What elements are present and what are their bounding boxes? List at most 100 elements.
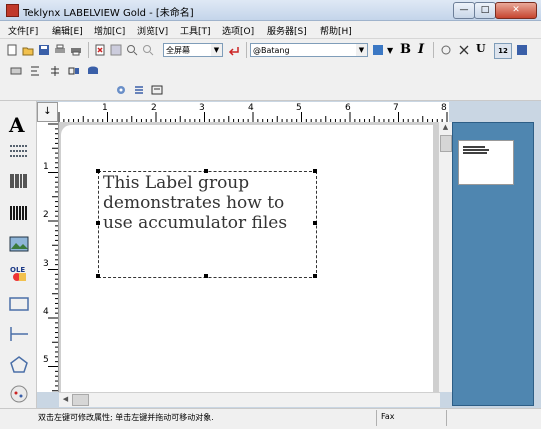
menu-file[interactable]: 文件[F] <box>8 24 38 37</box>
label-preview-thumbnail[interactable] <box>458 140 514 185</box>
main-toolbar: 全屏幕 ▼ @Batang ▼ ▼ B I U 12 <box>0 39 541 62</box>
help-icon[interactable] <box>516 44 528 56</box>
polygon-tool-icon[interactable] <box>9 355 29 373</box>
ruler-number: 5 <box>43 355 49 365</box>
resize-handle-w[interactable] <box>96 221 100 225</box>
menu-tools[interactable]: 工具[T] <box>180 24 211 37</box>
menu-help[interactable]: 帮助[H] <box>320 24 352 37</box>
group-icon[interactable] <box>68 65 80 77</box>
paragraph-tool-icon[interactable] <box>8 143 30 159</box>
resize-handle-ne[interactable] <box>313 169 317 173</box>
ruler-number: 3 <box>199 103 205 113</box>
status-divider <box>446 410 447 426</box>
align-icon[interactable] <box>29 65 41 77</box>
ruler-number: 8 <box>441 103 447 113</box>
open-folder-icon[interactable] <box>22 44 34 56</box>
status-printer: Fax <box>381 412 395 421</box>
zoom-out-icon[interactable] <box>142 44 154 56</box>
menu-view[interactable]: 浏览[V] <box>137 24 168 37</box>
label-settings-icon[interactable] <box>10 65 22 77</box>
close-button[interactable]: ✕ <box>495 2 537 19</box>
distribute-icon[interactable] <box>49 65 61 77</box>
image-tool-icon[interactable] <box>9 236 29 252</box>
barcode2d-tool-icon[interactable] <box>9 205 29 221</box>
resize-handle-e[interactable] <box>313 221 317 225</box>
horizontal-ruler: 1 2 3 4 5 6 7 8 <box>58 102 449 123</box>
scroll-left-arrow-icon[interactable]: ◀ <box>60 394 71 405</box>
link-icon[interactable] <box>440 44 452 56</box>
minimize-button[interactable]: — <box>453 2 475 19</box>
maximize-button[interactable]: □ <box>474 2 496 19</box>
toolbar-separator <box>88 42 89 58</box>
font-select[interactable]: @Batang ▼ <box>250 43 368 57</box>
ole-shape-icon <box>13 273 26 281</box>
print-icon[interactable] <box>70 44 82 56</box>
status-message: 双击左键可修改属性; 单击左键并拖动可移动对象. <box>38 413 214 422</box>
horizontal-scrollbar[interactable]: ◀ <box>59 392 440 407</box>
rectangle-tool-icon[interactable] <box>8 296 30 312</box>
chevron-down-icon: ▼ <box>211 44 222 56</box>
menu-options[interactable]: 选项[O] <box>222 24 254 37</box>
zoom-in-icon[interactable] <box>126 44 138 56</box>
scroll-up-arrow-icon[interactable]: ▲ <box>440 122 451 133</box>
delete-icon[interactable] <box>94 44 106 56</box>
app-icon <box>6 4 19 17</box>
object-tool-panel: A OLE <box>0 101 37 408</box>
vertical-scroll-thumb[interactable] <box>440 135 452 152</box>
undo-icon[interactable] <box>228 44 240 56</box>
window-title: Teklynx LABELVIEW Gold - [未命名] <box>23 8 194 19</box>
ruler-number: 3 <box>43 259 49 269</box>
ole-tool[interactable]: OLE <box>9 266 29 282</box>
dropdown-arrow-icon[interactable]: ▼ <box>387 45 393 55</box>
grid-icon[interactable] <box>110 44 122 56</box>
resize-handle-s[interactable] <box>204 274 208 278</box>
ruler-number: 1 <box>102 103 108 113</box>
toolbar-separator <box>433 42 434 58</box>
zoom-select-value: 全屏幕 <box>166 46 190 55</box>
ruler-number: 1 <box>43 162 49 172</box>
text-tool[interactable]: A <box>9 113 25 137</box>
ruler-origin-button[interactable]: ↓ <box>37 102 58 122</box>
database-icon[interactable] <box>87 65 99 77</box>
ruler-number: 2 <box>43 210 49 220</box>
ruler-number: 7 <box>393 103 399 113</box>
menu-bar: 文件[F] 编辑[E] 增加[C] 浏览[V] 工具[T] 选项[O] 服务器[… <box>0 21 541 39</box>
resize-handle-se[interactable] <box>313 274 317 278</box>
label-print-icon[interactable] <box>151 84 163 96</box>
new-file-icon[interactable] <box>6 44 18 56</box>
thumbnail-text-marks <box>463 146 489 154</box>
ruler-number: 2 <box>151 103 157 113</box>
line-tool-icon[interactable] <box>8 325 30 343</box>
ruler-number: 5 <box>296 103 302 113</box>
vertical-ruler: 1 2 3 4 5 <box>37 122 59 392</box>
font-size-badge[interactable]: 12 <box>494 43 512 59</box>
label-text-object[interactable]: This Label group demonstrates how to use… <box>103 173 313 233</box>
zoom-select[interactable]: 全屏幕 ▼ <box>163 43 223 57</box>
cut-icon[interactable] <box>458 44 470 56</box>
font-color-icon[interactable] <box>372 44 384 56</box>
ellipse-tool-icon[interactable] <box>9 385 29 403</box>
ruler-number: 6 <box>345 103 351 113</box>
save-icon[interactable] <box>38 44 50 56</box>
resize-handle-nw[interactable] <box>96 169 100 173</box>
toolbar-separator <box>246 42 247 58</box>
layers-icon[interactable] <box>133 84 145 96</box>
menu-server[interactable]: 服务器[S] <box>267 24 307 37</box>
italic-button[interactable]: I <box>418 42 424 57</box>
menu-edit[interactable]: 编辑[E] <box>52 24 83 37</box>
horizontal-scroll-thumb[interactable] <box>72 394 89 406</box>
resize-handle-sw[interactable] <box>96 274 100 278</box>
secondary-toolbar <box>0 61 541 81</box>
font-select-value: @Batang <box>253 46 290 55</box>
menu-add[interactable]: 增加[C] <box>94 24 125 37</box>
gear-icon[interactable] <box>115 84 127 96</box>
vertical-scrollbar[interactable]: ▲ <box>438 122 452 392</box>
underline-button[interactable]: U <box>476 42 486 55</box>
bold-button[interactable]: B <box>400 42 411 57</box>
ruler-number: 4 <box>248 103 254 113</box>
tertiary-toolbar <box>0 81 541 101</box>
chevron-down-icon: ▼ <box>356 44 367 56</box>
print-preview-icon[interactable] <box>54 44 66 56</box>
barcode-tool-icon[interactable] <box>9 173 29 191</box>
status-divider <box>376 410 377 426</box>
